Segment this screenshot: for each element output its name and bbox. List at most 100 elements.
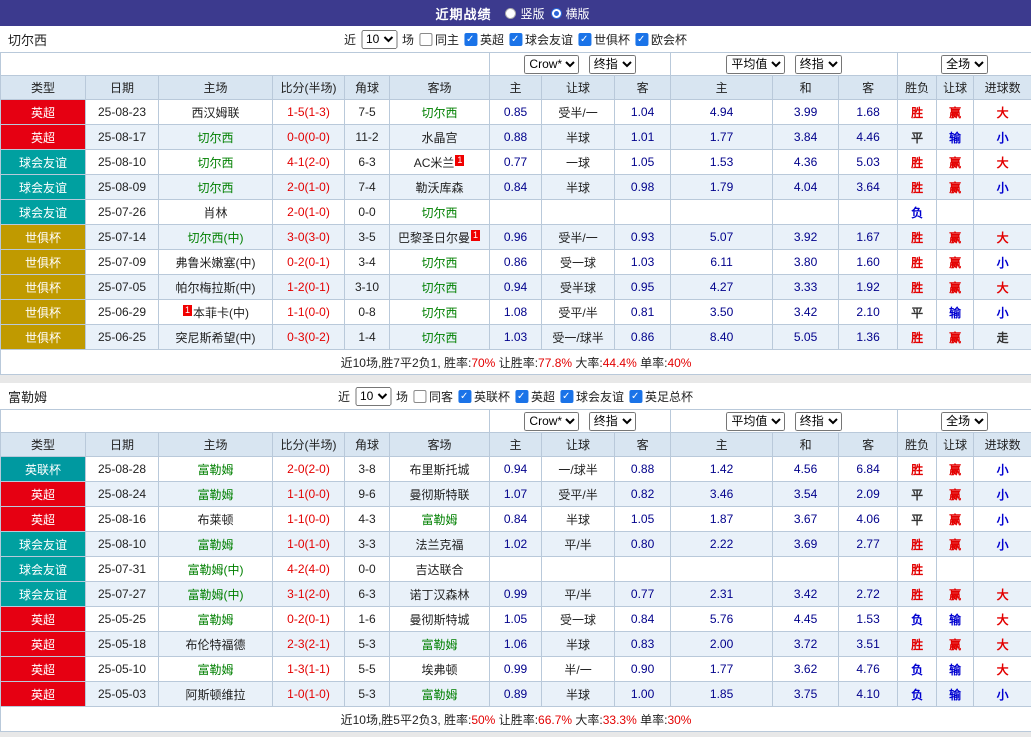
- handicap-line: 受平/半: [542, 482, 615, 507]
- checkbox-icon[interactable]: [458, 390, 471, 403]
- handicap-result: 赢: [937, 250, 974, 275]
- checkbox-label: 球会友谊: [576, 388, 624, 405]
- fulltime-select[interactable]: 全场: [941, 412, 988, 431]
- score: 1-1(0-0): [273, 300, 345, 325]
- column-header: 主: [490, 433, 542, 457]
- average-odds-select[interactable]: 平均值: [726, 412, 785, 431]
- checkbox-icon[interactable]: [464, 33, 477, 46]
- score: 2-0(1-0): [273, 200, 345, 225]
- avg-draw-odds: 3.42: [773, 582, 839, 607]
- summary-stat-label: 单率:: [637, 356, 668, 370]
- score: 2-0(2-0): [273, 457, 345, 482]
- handicap-result: 赢: [937, 632, 974, 657]
- avg-draw-odds: 3.54: [773, 482, 839, 507]
- team-name-text: 切尔西(中): [188, 231, 244, 245]
- column-header: 客: [839, 433, 898, 457]
- avg-draw-odds: 3.33: [773, 275, 839, 300]
- handicap-line: 半/一: [542, 657, 615, 682]
- avg-away-odds: 3.64: [839, 175, 898, 200]
- team-name-text: 曼彻斯特城: [410, 613, 470, 627]
- team-name-text: 切尔西: [422, 106, 458, 120]
- final-odds-select[interactable]: 终指: [589, 412, 636, 431]
- match-date: 25-08-24: [86, 482, 159, 507]
- team-name-text: 切尔西: [197, 156, 233, 170]
- avg-draw-odds: 3.72: [773, 632, 839, 657]
- corners: 3-5: [345, 225, 390, 250]
- home-team: 布莱顿: [159, 507, 273, 532]
- home-team: 弗鲁米嫩塞(中): [159, 250, 273, 275]
- avg-draw-odds: 3.67: [773, 507, 839, 532]
- odds-company-select[interactable]: Crow*: [524, 412, 579, 431]
- summary-stat-value: 66.7%: [538, 713, 572, 727]
- recent-count-select[interactable]: 10: [361, 30, 397, 49]
- league-filter-checkbox[interactable]: 英足总杯: [629, 388, 693, 405]
- checkbox-icon[interactable]: [635, 33, 648, 46]
- team-name-text: 富勒姆: [422, 513, 458, 527]
- home-odds: 1.08: [490, 300, 542, 325]
- away-odds: 1.04: [615, 100, 671, 125]
- column-header: 主场: [159, 76, 273, 100]
- radio-label: 竖版: [520, 5, 544, 22]
- team-name-text: 帕尔梅拉斯(中): [176, 281, 256, 295]
- avg-home-odds: 2.00: [671, 632, 773, 657]
- league-filter-checkbox[interactable]: 英超: [464, 31, 504, 48]
- match-date: 25-07-09: [86, 250, 159, 275]
- checkbox-icon[interactable]: [509, 33, 522, 46]
- score: 0-2(0-1): [273, 250, 345, 275]
- radio-icon[interactable]: [551, 8, 562, 19]
- checkbox-icon[interactable]: [560, 390, 573, 403]
- radio-icon[interactable]: [505, 8, 516, 19]
- venue-filter-checkbox[interactable]: 同主: [419, 31, 459, 48]
- recent-count-select[interactable]: 10: [355, 387, 391, 406]
- checkbox-icon[interactable]: [515, 390, 528, 403]
- summary-stat-label: 大率:: [572, 356, 603, 370]
- home-team: 突尼斯希望(中): [159, 325, 273, 350]
- handicap-result: 输: [937, 607, 974, 632]
- summary-record: 近10场,胜7平2负1,: [341, 356, 444, 370]
- match-result: 胜: [898, 532, 937, 557]
- home-odds: 1.05: [490, 607, 542, 632]
- league-filter-checkbox[interactable]: 英超: [515, 388, 555, 405]
- handicap-result: 赢: [937, 482, 974, 507]
- league-filter-checkbox[interactable]: 世俱杯: [578, 31, 630, 48]
- final-odds-select[interactable]: 终指: [795, 55, 842, 74]
- venue-filter-checkbox[interactable]: 同客: [413, 388, 453, 405]
- avg-draw-odds: 3.92: [773, 225, 839, 250]
- avg-draw-odds: 4.36: [773, 150, 839, 175]
- summary-stat-value: 70%: [471, 356, 495, 370]
- final-odds-select[interactable]: 终指: [589, 55, 636, 74]
- fulltime-select[interactable]: 全场: [941, 55, 988, 74]
- home-odds: 0.84: [490, 507, 542, 532]
- home-odds: 0.94: [490, 457, 542, 482]
- league-filter-checkbox[interactable]: 英联杯: [458, 388, 510, 405]
- column-header: 和: [773, 433, 839, 457]
- corners: 5-5: [345, 657, 390, 682]
- away-team: 切尔西: [390, 200, 490, 225]
- checkbox-icon[interactable]: [629, 390, 642, 403]
- average-odds-select[interactable]: 平均值: [726, 55, 785, 74]
- league-filter-checkbox[interactable]: 欧会杯: [635, 31, 687, 48]
- away-team: 曼彻斯特联: [390, 482, 490, 507]
- final-odds-select[interactable]: 终指: [795, 412, 842, 431]
- match-result: 胜: [898, 150, 937, 175]
- odds-company-select[interactable]: Crow*: [524, 55, 579, 74]
- league-filter-checkbox[interactable]: 球会友谊: [560, 388, 624, 405]
- league-type-badge: 世俱杯: [1, 300, 86, 325]
- layout-radio[interactable]: 横版: [551, 5, 590, 22]
- layout-radio[interactable]: 竖版: [505, 5, 544, 22]
- league-filter-checkbox[interactable]: 球会友谊: [509, 31, 573, 48]
- handicap-result: [937, 557, 974, 582]
- avg-draw-odds: [773, 557, 839, 582]
- match-result: 胜: [898, 457, 937, 482]
- match-date: 25-07-05: [86, 275, 159, 300]
- home-odds: 0.86: [490, 250, 542, 275]
- match-result: 胜: [898, 225, 937, 250]
- away-odds: 1.01: [615, 125, 671, 150]
- checkbox-icon[interactable]: [413, 390, 426, 403]
- radio-label: 横版: [566, 5, 590, 22]
- away-team: 切尔西: [390, 325, 490, 350]
- checkbox-icon[interactable]: [578, 33, 591, 46]
- checkbox-icon[interactable]: [419, 33, 432, 46]
- league-type-badge: 球会友谊: [1, 200, 86, 225]
- league-type-badge: 世俱杯: [1, 275, 86, 300]
